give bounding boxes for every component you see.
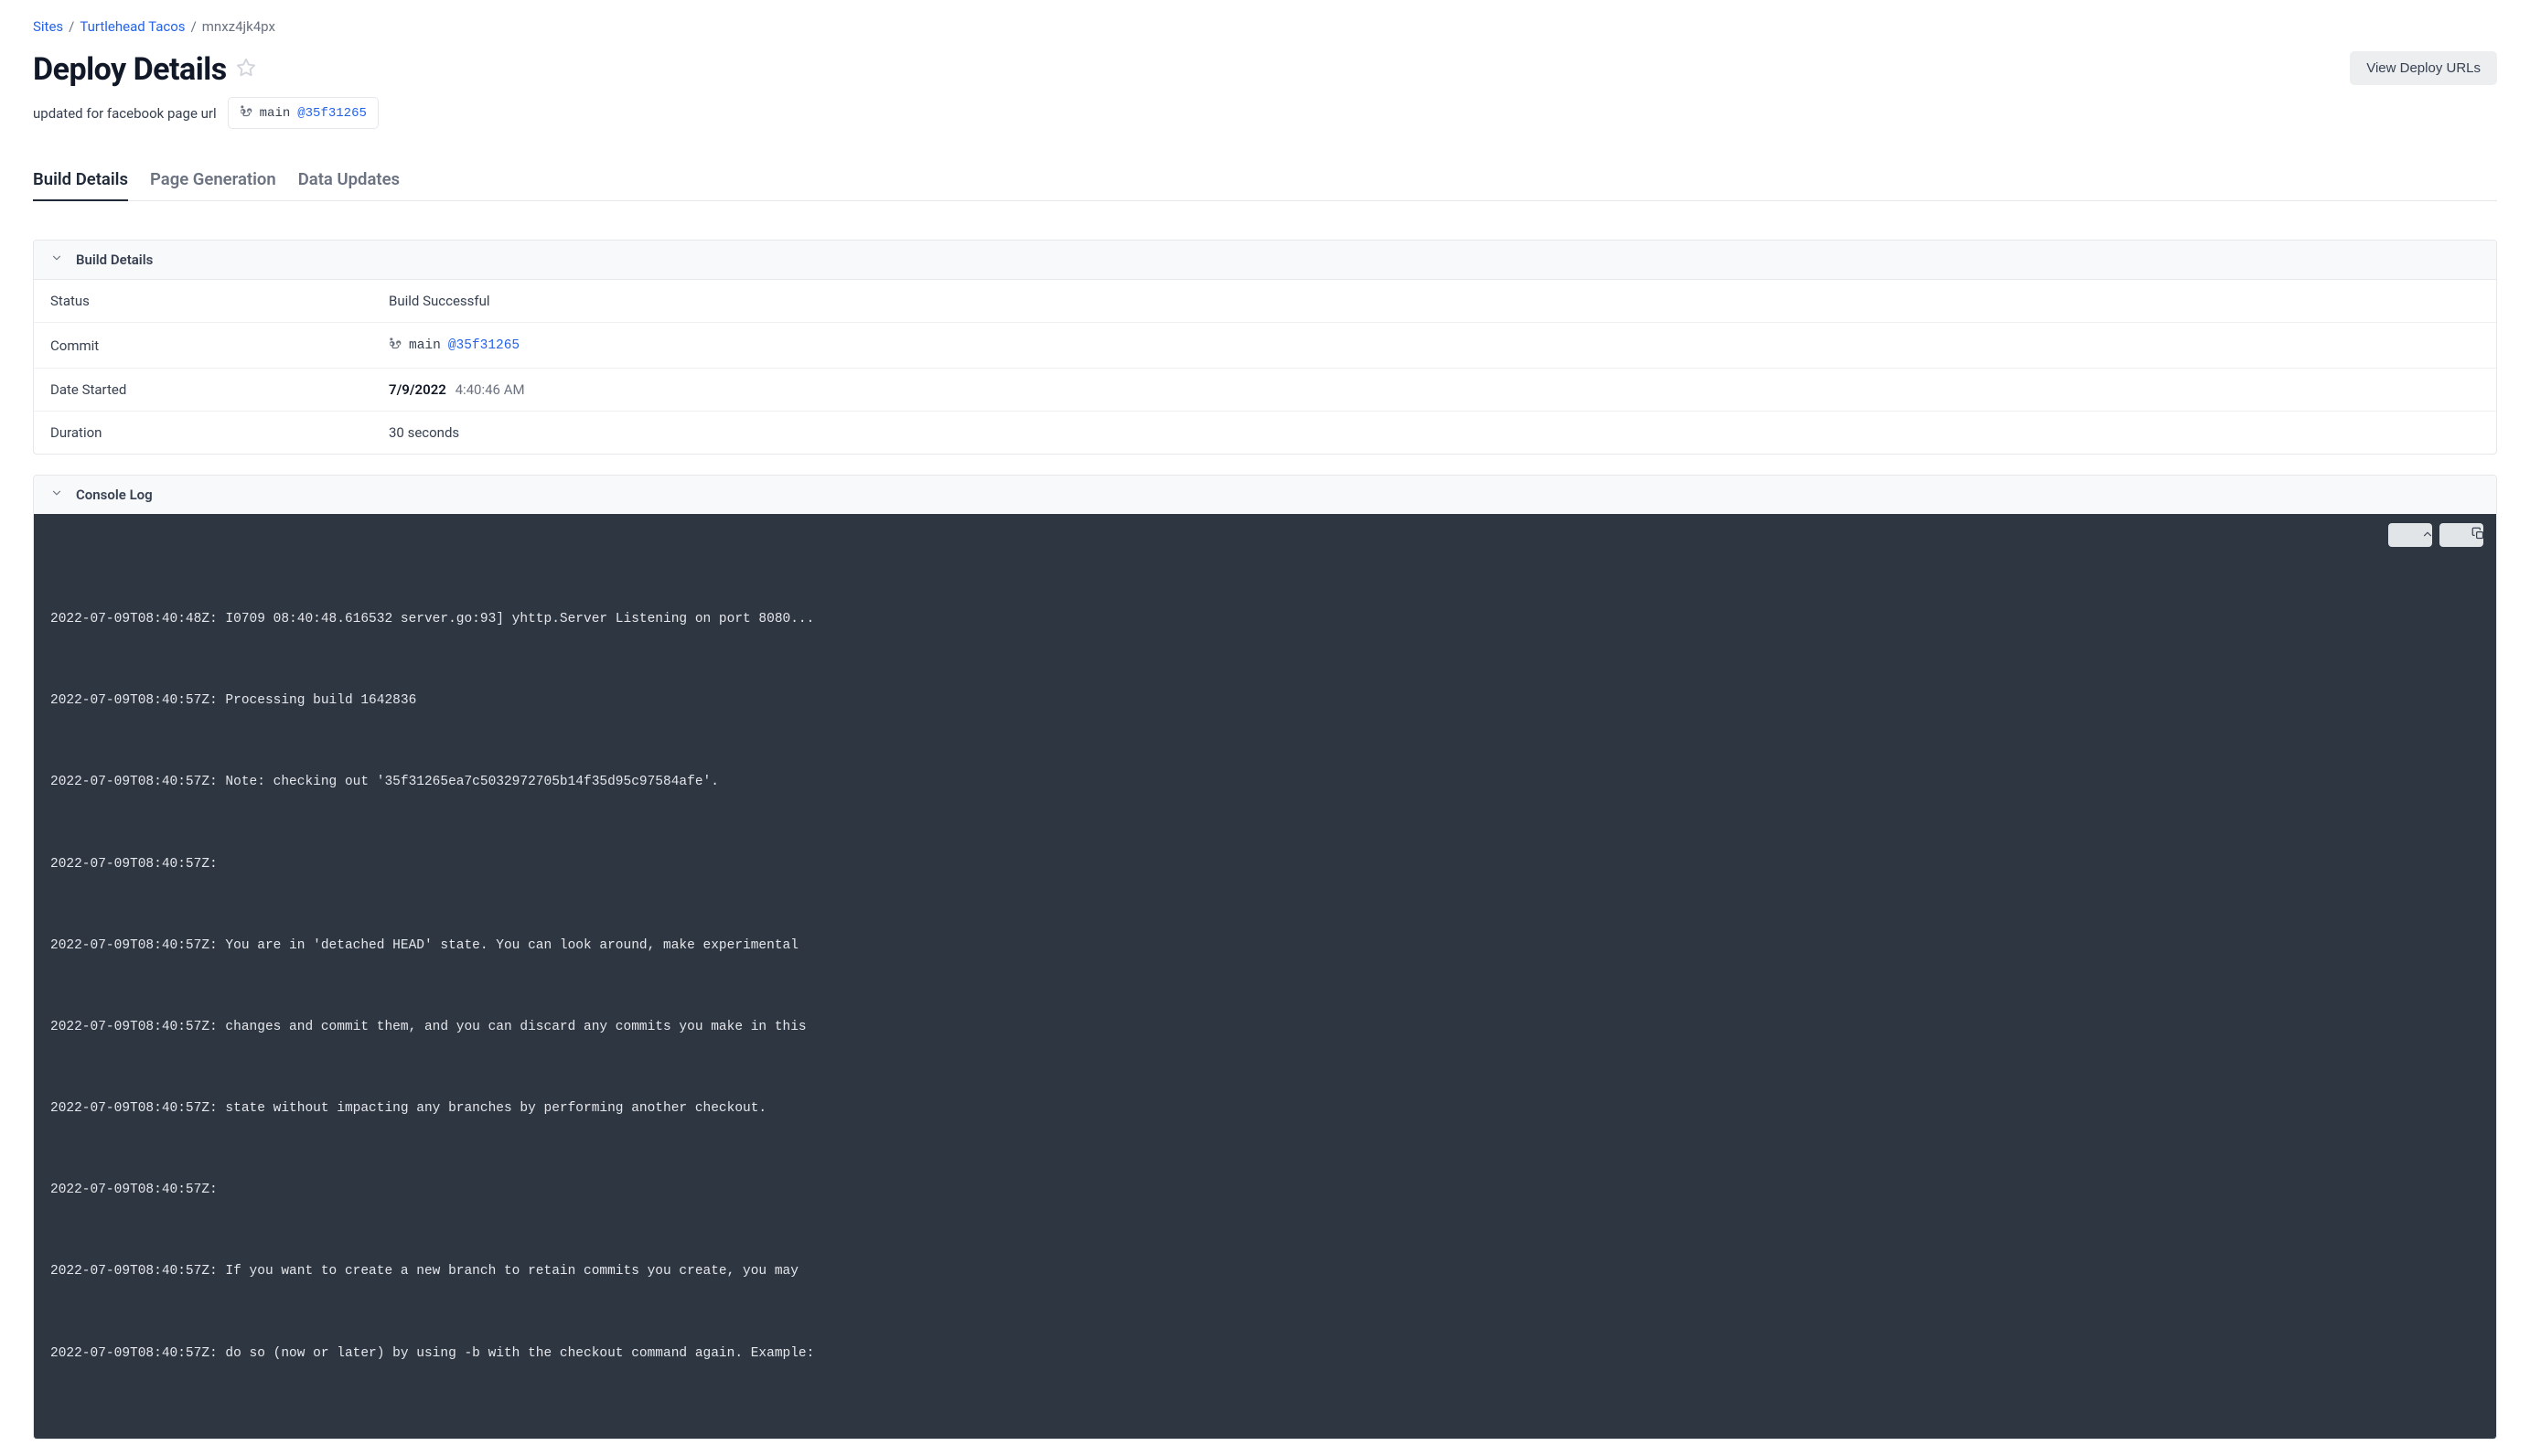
value-date-started: 7/9/2022 4:40:46 AM — [389, 381, 525, 398]
console-log-panel-title: Console Log — [76, 487, 153, 503]
copy-icon — [2438, 514, 2485, 557]
chevron-up-icon — [2386, 514, 2433, 557]
row-duration: Duration 30 seconds — [34, 412, 2496, 454]
console-tools — [2388, 523, 2483, 547]
breadcrumb-current: mnxz4jk4px — [202, 18, 275, 35]
commit-hash: 35f31265 — [456, 338, 520, 353]
date-started-date: 7/9/2022 — [389, 381, 446, 398]
log-line: 2022-07-09T08:40:48Z: I0709 08:40:48.616… — [50, 606, 2480, 634]
label-status: Status — [50, 293, 389, 309]
build-details-panel-title: Build Details — [76, 252, 153, 268]
breadcrumb-separator: / — [69, 18, 74, 35]
breadcrumb-site-link[interactable]: Turtlehead Tacos — [80, 18, 185, 35]
chevron-down-icon — [50, 252, 63, 268]
date-started-time: 4:40:46 AM — [456, 381, 525, 398]
copy-log-button[interactable] — [2439, 523, 2483, 547]
value-duration: 30 seconds — [389, 424, 459, 441]
git-branch-icon — [240, 103, 252, 123]
log-line: 2022-07-09T08:40:57Z: changes and commit… — [50, 1014, 2480, 1042]
tab-page-generation[interactable]: Page Generation — [150, 162, 276, 200]
breadcrumb-separator: / — [191, 18, 197, 35]
log-line: 2022-07-09T08:40:57Z: — [50, 1177, 2480, 1204]
git-branch-icon — [389, 336, 402, 355]
log-line: 2022-07-09T08:40:57Z: state without impa… — [50, 1096, 2480, 1123]
deploy-subtitle: updated for facebook page url main @35f31… — [33, 97, 2497, 129]
page-header: Deploy Details View Deploy URLs — [33, 51, 2497, 88]
tab-build-details[interactable]: Build Details — [33, 162, 128, 200]
tab-data-updates[interactable]: Data Updates — [298, 162, 400, 200]
log-line: 2022-07-09T08:40:57Z: Note: checking out… — [50, 769, 2480, 797]
console-log-panel: Console Log 2022-07-09T08:40:48Z: I0709 … — [33, 475, 2497, 1440]
row-commit: Commit main @35f31265 — [34, 323, 2496, 369]
row-status: Status Build Successful — [34, 280, 2496, 323]
label-date-started: Date Started — [50, 381, 389, 398]
commit-link[interactable]: main @35f31265 — [389, 336, 520, 355]
label-duration: Duration — [50, 424, 389, 441]
view-deploy-urls-button[interactable]: View Deploy URLs — [2350, 51, 2497, 85]
commit-message: updated for facebook page url — [33, 105, 217, 122]
commit-at: @ — [297, 106, 305, 121]
commit-branch: main — [409, 338, 441, 353]
build-details-panel-header[interactable]: Build Details — [34, 241, 2496, 280]
commit-at: @ — [448, 338, 456, 353]
page-title: Deploy Details — [33, 51, 227, 88]
build-details-panel: Build Details Status Build Successful Co… — [33, 240, 2497, 455]
breadcrumb-sites-link[interactable]: Sites — [33, 18, 63, 35]
console-log-panel-header[interactable]: Console Log — [34, 476, 2496, 514]
row-date-started: Date Started 7/9/2022 4:40:46 AM — [34, 369, 2496, 412]
log-line: 2022-07-09T08:40:57Z: Processing build 1… — [50, 688, 2480, 715]
tabs: Build Details Page Generation Data Updat… — [33, 162, 2497, 201]
log-line: 2022-07-09T08:40:57Z: do so (now or late… — [50, 1341, 2480, 1368]
breadcrumb: Sites / Turtlehead Tacos / mnxz4jk4px — [33, 18, 2497, 35]
log-line: 2022-07-09T08:40:57Z: If you want to cre… — [50, 1258, 2480, 1286]
commit-branch: main — [260, 106, 291, 121]
commit-badge[interactable]: main @35f31265 — [228, 97, 379, 129]
log-line: 2022-07-09T08:40:57Z: — [50, 851, 2480, 879]
scroll-to-top-button[interactable] — [2388, 523, 2432, 547]
commit-hash: 35f31265 — [306, 106, 367, 121]
label-commit: Commit — [50, 337, 389, 354]
value-status: Build Successful — [389, 293, 490, 309]
chevron-down-icon — [50, 487, 63, 503]
console-output: 2022-07-09T08:40:48Z: I0709 08:40:48.616… — [34, 514, 2496, 1439]
star-icon[interactable] — [236, 58, 256, 81]
log-line: 2022-07-09T08:40:57Z: You are in 'detach… — [50, 933, 2480, 960]
